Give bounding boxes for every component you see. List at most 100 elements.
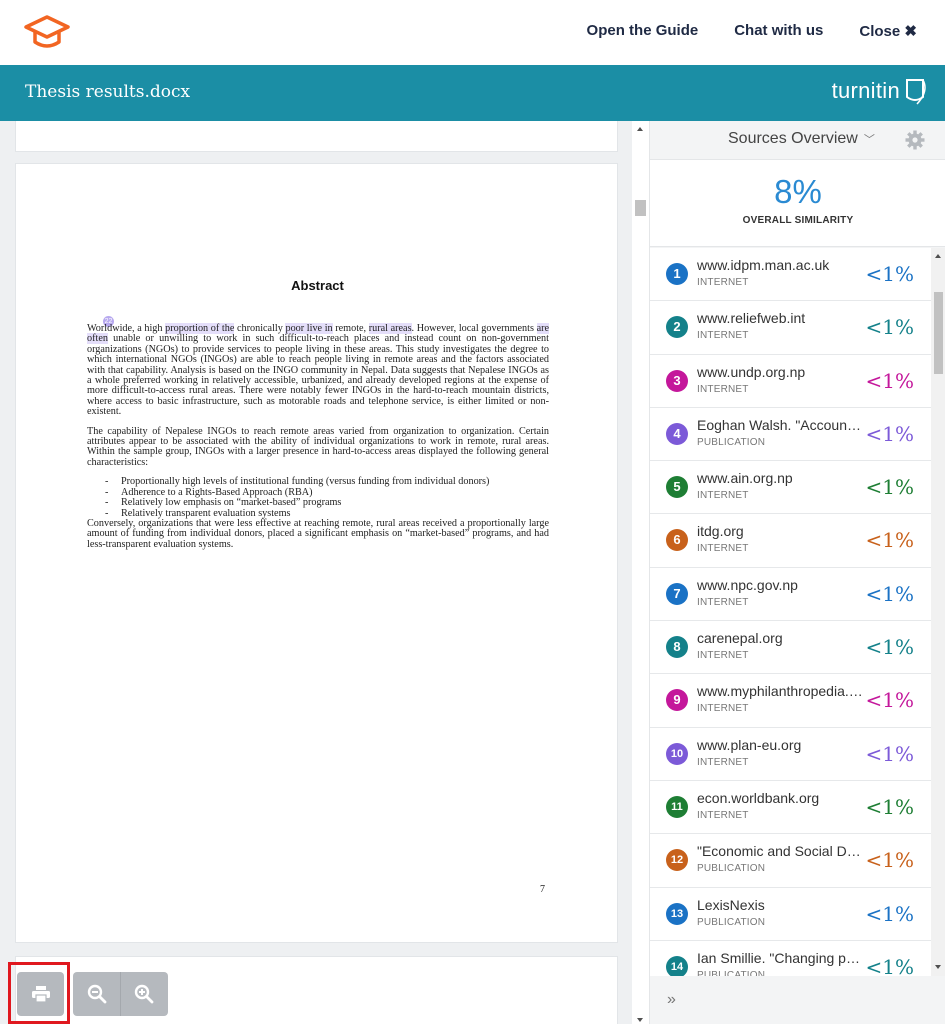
source-number-badge: 8 [666, 636, 688, 659]
source-number-badge: 3 [666, 369, 688, 392]
text-run: chronically [234, 323, 286, 334]
source-type: INTERNET [697, 330, 749, 342]
source-name: www.ain.org.np [697, 470, 793, 487]
source-name: LexisNexis [697, 896, 765, 913]
source-number-badge: 5 [666, 476, 688, 499]
text-run: remote, [332, 323, 369, 334]
source-number-badge: 12 [666, 849, 688, 872]
highlighted-match[interactable]: proportion of the [165, 323, 235, 334]
zoom-out-button[interactable] [73, 972, 120, 1016]
scroll-down-arrow-icon[interactable] [637, 1018, 643, 1022]
source-number-badge: 1 [666, 263, 688, 285]
source-number-badge: 7 [666, 582, 688, 605]
source-item[interactable]: 6 itdg.org INTERNET <1% [650, 514, 931, 568]
panel-title: Sources Overview [728, 130, 858, 147]
source-type: INTERNET [697, 383, 749, 395]
source-item[interactable]: 11 econ.worldbank.org INTERNET <1% [650, 781, 931, 835]
source-percentage: <1% [865, 635, 915, 660]
scroll-down-arrow-icon[interactable] [935, 965, 941, 969]
source-item[interactable]: 8 carenepal.org INTERNET <1% [650, 621, 931, 675]
chat-with-us-link[interactable]: Chat with us [734, 22, 823, 40]
sources-panel: Sources Overview ﹀ 8% OVERALL SIMILARITY … [649, 121, 945, 1024]
document-scrollbar[interactable] [632, 121, 649, 1024]
list-item: Relatively low emphasis on “market-based… [105, 497, 549, 509]
source-type: PUBLICATION [697, 863, 766, 875]
source-name: www.reliefweb.int [697, 310, 806, 327]
source-name: www.npc.gov.np [697, 576, 798, 593]
source-number-badge: 6 [666, 529, 688, 552]
source-number-badge: 9 [666, 689, 688, 712]
expand-panel-button[interactable]: » [667, 991, 676, 1009]
paragraph-2: The capability of Nepalese INGOs to reac… [87, 425, 549, 468]
source-item[interactable]: 3 www.undp.org.np INTERNET <1% [650, 355, 931, 408]
turnitin-logo: turnitin [832, 77, 929, 105]
source-type: INTERNET [697, 277, 749, 288]
close-icon: ✖ [904, 23, 917, 40]
scrollbar-thumb[interactable] [635, 200, 646, 216]
document-page: Abstract 22 Worldwide, a high proportion… [15, 163, 618, 943]
source-type: PUBLICATION [697, 916, 766, 928]
source-item[interactable]: 9 www.myphilanthropedia.org INTERNET <1% [650, 674, 931, 728]
source-name: Eoghan Walsh. "Accountability... [697, 416, 863, 433]
source-name: "Economic and Social Development... [697, 843, 863, 860]
highlighted-match[interactable]: poor live in [285, 323, 333, 334]
zoom-out-icon [87, 984, 106, 1004]
source-item[interactable]: 13 LexisNexis PUBLICATION <1% [650, 888, 931, 941]
zoom-in-button[interactable] [120, 972, 167, 1016]
source-percentage: <1% [865, 741, 915, 766]
document-viewer: Abstract 22 Worldwide, a high proportion… [0, 121, 632, 1024]
source-name: www.idpm.man.ac.uk [697, 257, 830, 273]
source-name: www.undp.org.np [697, 363, 806, 380]
source-item[interactable]: 12 "Economic and Social Development... PUB… [650, 834, 931, 888]
scroll-up-arrow-icon[interactable] [637, 127, 643, 131]
source-item[interactable]: 10 www.plan-eu.org INTERNET <1% [650, 728, 931, 781]
scrollbar-thumb[interactable] [934, 292, 943, 374]
close-button[interactable]: Close ✖ [859, 22, 917, 40]
similarity-percentage: 8% [774, 173, 822, 210]
source-number-badge: 11 [666, 795, 688, 818]
gear-icon[interactable] [905, 130, 925, 150]
close-label: Close [859, 23, 901, 40]
list-item: Relatively transparent evaluation system… [105, 508, 549, 520]
text-run: unable or unwilling to work in such diff… [87, 333, 549, 418]
source-number-badge: 10 [666, 742, 688, 765]
source-name: www.plan-eu.org [697, 736, 802, 753]
source-percentage: <1% [865, 901, 915, 926]
source-percentage: <1% [865, 315, 915, 340]
source-type: INTERNET [697, 650, 749, 662]
sources-scrollbar[interactable] [931, 248, 945, 976]
turnitin-mark-icon [906, 79, 926, 105]
text-run: . However, local governments [411, 323, 537, 334]
highlighted-match[interactable]: rural areas [368, 323, 412, 334]
characteristics-list: Proportionally high levels of institutio… [105, 476, 549, 520]
open-guide-link[interactable]: Open the Guide [587, 22, 699, 40]
paragraph-1: Worldwide, a high proportion of the chro… [87, 323, 549, 418]
source-name: carenepal.org [697, 630, 783, 647]
source-name: itdg.org [697, 523, 744, 540]
source-item[interactable]: 7 www.npc.gov.np INTERNET <1% [650, 568, 931, 622]
source-item[interactable]: 4 Eoghan Walsh. "Accountability... PUBLICA… [650, 408, 931, 462]
header-links: Open the Guide Chat with us Close ✖ [587, 22, 917, 40]
top-bar: Open the Guide Chat with us Close ✖ [0, 0, 945, 65]
chevron-down-icon: ﹀ [863, 134, 875, 146]
graduation-cap-icon[interactable] [22, 14, 72, 52]
zoom-in-icon [134, 984, 154, 1004]
source-percentage: <1% [865, 421, 915, 446]
source-item[interactable]: 14 Ian Smillie. "Changing partners... PUBL… [650, 941, 931, 976]
source-item[interactable]: 2 www.reliefweb.int INTERNET <1% [650, 301, 931, 355]
source-number-badge: 2 [666, 316, 688, 339]
source-percentage: <1% [865, 581, 915, 606]
title-bar: Thesis results.docx turnitin [0, 65, 945, 121]
source-item[interactable]: 5 www.ain.org.np INTERNET <1% [650, 461, 931, 515]
brand-name: turnitin [831, 78, 900, 103]
source-type: INTERNET [697, 596, 749, 608]
scroll-up-arrow-icon[interactable] [935, 254, 941, 258]
source-percentage: <1% [865, 848, 915, 873]
source-percentage: <1% [865, 528, 915, 553]
sources-overview-dropdown[interactable]: Sources Overview ﹀ [728, 130, 875, 148]
source-name: econ.worldbank.org [697, 789, 820, 806]
document-body: Worldwide, a high proportion of the chro… [87, 323, 549, 559]
source-item[interactable]: 1 www.idpm.man.ac.uk INTERNET <1% [650, 248, 931, 302]
source-name: www.myphilanthropedia.org [697, 683, 863, 700]
paragraph-3: Conversely, organizations that were less… [87, 517, 549, 550]
